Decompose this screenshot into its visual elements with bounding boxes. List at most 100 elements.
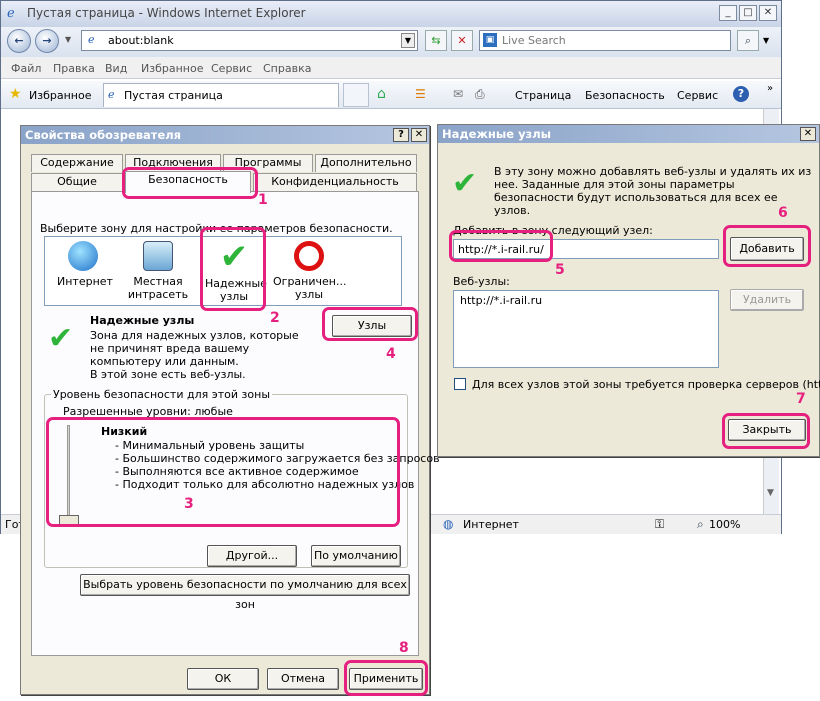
zone-restricted-sites[interactable]: Ограничен... узлы: [273, 241, 347, 301]
ie-title-bar: ℯ Пустая страница - Windows Internet Exp…: [1, 1, 781, 27]
internet-options-dialog: Свойства обозревателя ? ✕ Содержание Под…: [20, 125, 440, 695]
trusted-sites-dialog: Надежные узлы ✕ ✔ В эту зону можно добав…: [437, 124, 820, 457]
annotation-5: 5: [555, 262, 565, 278]
websites-label: Веб-узлы:: [453, 275, 510, 288]
annotation-1: 1: [258, 192, 268, 208]
annotation-2: 2: [270, 310, 280, 326]
zone-description-sites: В этой зоне есть веб-узлы.: [90, 368, 246, 381]
website-item[interactable]: http://*.i-rail.ru: [460, 294, 542, 307]
trusted-info: В эту зону можно добавлять веб-узлы и уд…: [494, 165, 812, 217]
stop-icon[interactable]: ✕: [451, 30, 473, 51]
reset-all-zones-button[interactable]: Выбрать уровень безопасности по умолчани…: [80, 574, 410, 611]
trusted-sites-title: Надежные узлы: [442, 127, 552, 141]
protected-mode-icon[interactable]: ⚿: [655, 517, 664, 532]
trusted-sites-check-icon: ✔: [452, 166, 478, 201]
menu-view[interactable]: Вид: [105, 62, 127, 75]
new-tab-button[interactable]: [343, 83, 369, 107]
favorites-star-icon[interactable]: ★: [9, 86, 22, 102]
ie-logo-icon: ℯ: [7, 6, 15, 21]
highlight-add-button: [723, 225, 811, 267]
require-https-checkbox[interactable]: [454, 378, 466, 390]
help-button[interactable]: ?: [393, 128, 409, 142]
menu-help[interactable]: Справка: [263, 62, 311, 75]
zone-internet-label: Интернет: [57, 275, 113, 288]
search-options-icon[interactable]: ▼: [763, 36, 769, 45]
zoom-icon[interactable]: ⌕: [697, 517, 704, 532]
zone-restricted-label: Ограничен... узлы: [273, 275, 347, 301]
require-https-label: Для всех узлов этой зоны требуется прове…: [472, 378, 820, 391]
status-zone: Интернет: [463, 518, 519, 531]
search-input[interactable]: ▣ Live Search: [479, 30, 731, 51]
annotation-6: 6: [778, 205, 788, 221]
ie-window-title: Пустая страница - Windows Internet Explo…: [27, 6, 306, 20]
tab-content[interactable]: Содержание: [31, 154, 123, 172]
zone-heading: Надежные узлы: [90, 314, 195, 327]
highlight-close-button: [722, 413, 810, 449]
address-value: about:blank: [108, 34, 174, 47]
internet-zone-icon: ◍: [443, 517, 454, 531]
chevron-icon[interactable]: »: [767, 83, 773, 94]
annotation-4: 4: [386, 346, 396, 362]
back-button[interactable]: ←: [7, 29, 31, 53]
minimize-button[interactable]: _: [719, 5, 737, 21]
menu-file[interactable]: Файл: [11, 62, 41, 75]
custom-level-button[interactable]: Другой...: [207, 545, 297, 567]
zone-intranet-label: Местная интрасеть: [127, 275, 189, 301]
internet-options-title: Свойства обозревателя: [25, 128, 182, 142]
help-icon[interactable]: ?: [733, 86, 749, 102]
tab-page-icon: ℯ: [108, 88, 115, 101]
mail-icon[interactable]: ✉: [453, 87, 463, 101]
zoom-level[interactable]: 100%: [709, 518, 740, 531]
ok-button[interactable]: ОК: [187, 668, 259, 690]
cancel-button[interactable]: Отмена: [267, 668, 339, 690]
highlight-apply-button: [344, 660, 428, 696]
remove-button[interactable]: Удалить: [730, 289, 804, 311]
tools-menu[interactable]: Сервис: [677, 89, 718, 102]
highlight-sites-button: [322, 307, 418, 341]
zone-description: Зона для надежных узлов, которые не прич…: [90, 329, 299, 368]
globe-icon: [68, 241, 98, 271]
favorites-label[interactable]: Избранное: [29, 89, 91, 102]
refresh-icon[interactable]: ⇆: [425, 30, 447, 51]
scroll-down-icon[interactable]: ▼: [767, 488, 774, 498]
zone-local-intranet[interactable]: Местная интрасеть: [125, 241, 191, 301]
favorites-bar: ★ Избранное ℯ Пустая страница ⌂ ☰ ✉ ⎙ Ст…: [1, 81, 781, 109]
home-icon[interactable]: ⌂: [377, 86, 386, 102]
address-bar[interactable]: ℯ about:blank ▼: [81, 30, 418, 51]
trusted-sites-title-bar: Надежные узлы ✕: [438, 125, 819, 143]
highlight-site-input: [449, 230, 553, 262]
maximize-button[interactable]: □: [739, 5, 757, 21]
menu-edit[interactable]: Правка: [53, 62, 95, 75]
page-menu[interactable]: Страница: [515, 89, 571, 102]
tab-title: Пустая страница: [124, 89, 223, 102]
forward-button[interactable]: →: [35, 29, 59, 53]
navigation-bar: ← → ▼ ℯ about:blank ▼ ⇆ ✕ ▣ Live Search …: [1, 27, 781, 57]
close-window-button[interactable]: ✕: [759, 5, 777, 21]
annotation-3: 3: [184, 496, 194, 512]
safety-menu[interactable]: Безопасность: [585, 89, 665, 102]
feeds-icon[interactable]: ☰: [415, 87, 426, 101]
search-icon[interactable]: ⌕: [737, 30, 759, 51]
menu-favorites[interactable]: Избранное: [141, 62, 203, 75]
tab-blank-page[interactable]: ℯ Пустая страница: [103, 83, 339, 107]
tab-general[interactable]: Общие: [31, 173, 123, 191]
menu-tools[interactable]: Сервис: [211, 62, 252, 75]
websites-list[interactable]: http://*.i-rail.ru: [453, 290, 719, 368]
restricted-icon: [294, 241, 324, 271]
zone-internet[interactable]: Интернет: [57, 241, 113, 288]
tab-privacy[interactable]: Конфиденциальность: [253, 173, 417, 191]
print-icon[interactable]: ⎙: [475, 87, 485, 102]
page-icon: ℯ: [88, 33, 95, 46]
highlight-trusted-zone: [200, 227, 266, 311]
history-dropdown-icon[interactable]: ▼: [65, 35, 71, 44]
annotation-8: 8: [399, 640, 409, 656]
close-trusted-button[interactable]: ✕: [800, 127, 816, 141]
intranet-icon: [143, 241, 173, 271]
internet-options-title-bar: Свойства обозревателя ? ✕: [21, 126, 429, 144]
close-dialog-button[interactable]: ✕: [411, 128, 427, 142]
tab-advanced[interactable]: Дополнительно: [315, 154, 417, 172]
address-dropdown-icon[interactable]: ▼: [401, 33, 415, 48]
live-search-icon: ▣: [483, 33, 497, 47]
tab-security[interactable]: Безопасность: [125, 171, 251, 193]
default-level-button[interactable]: По умолчанию: [311, 545, 401, 567]
